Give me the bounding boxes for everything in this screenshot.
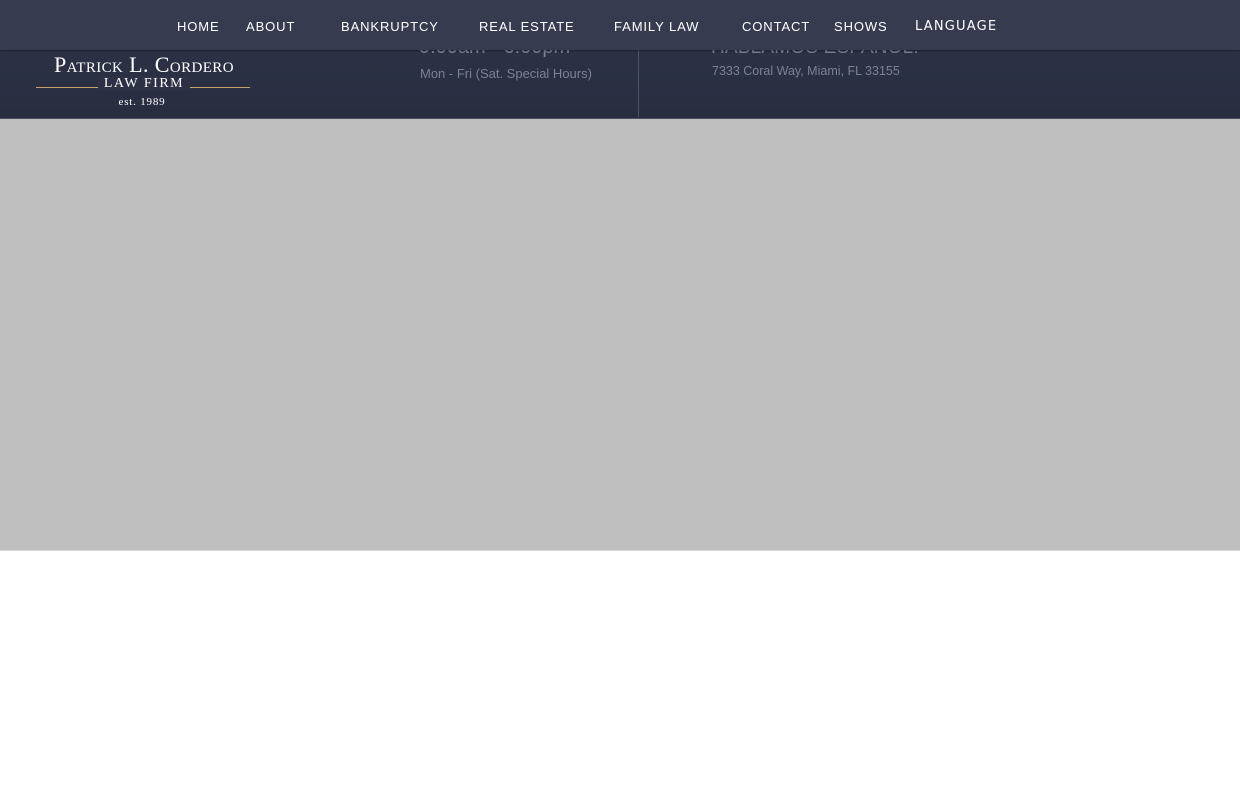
logo-established: est. 1989 (118, 96, 166, 108)
nav-family-law[interactable]: FAMILY LAW (614, 0, 699, 50)
hero-banner (0, 119, 1240, 551)
logo-subtitle-text: LAW FIRM (97, 76, 191, 91)
nav-bankruptcy[interactable]: BANKRUPTCY (341, 0, 439, 50)
nav-contact[interactable]: CONTACT (742, 0, 810, 50)
office-hours-days: Mon - Fri (Sat. Special Hours) (420, 66, 592, 81)
main-navigation: HOME ABOUT BANKRUPTCY REAL ESTATE FAMILY… (0, 0, 1240, 50)
logo-firm-name: Patrick L. Cordero (54, 52, 234, 77)
nav-about[interactable]: ABOUT (246, 0, 295, 50)
nav-real-estate[interactable]: REAL ESTATE (479, 0, 575, 50)
nav-language[interactable]: LANGUAGE (915, 0, 997, 50)
nav-home[interactable]: HOME (177, 0, 220, 50)
nav-shows[interactable]: SHOWS (834, 0, 888, 50)
page-content-area (0, 551, 1240, 800)
logo-subtitle: LAW FIRM (36, 76, 252, 92)
header-divider (638, 50, 639, 117)
office-address: 7333 Coral Way, Miami, FL 33155 (712, 64, 900, 78)
